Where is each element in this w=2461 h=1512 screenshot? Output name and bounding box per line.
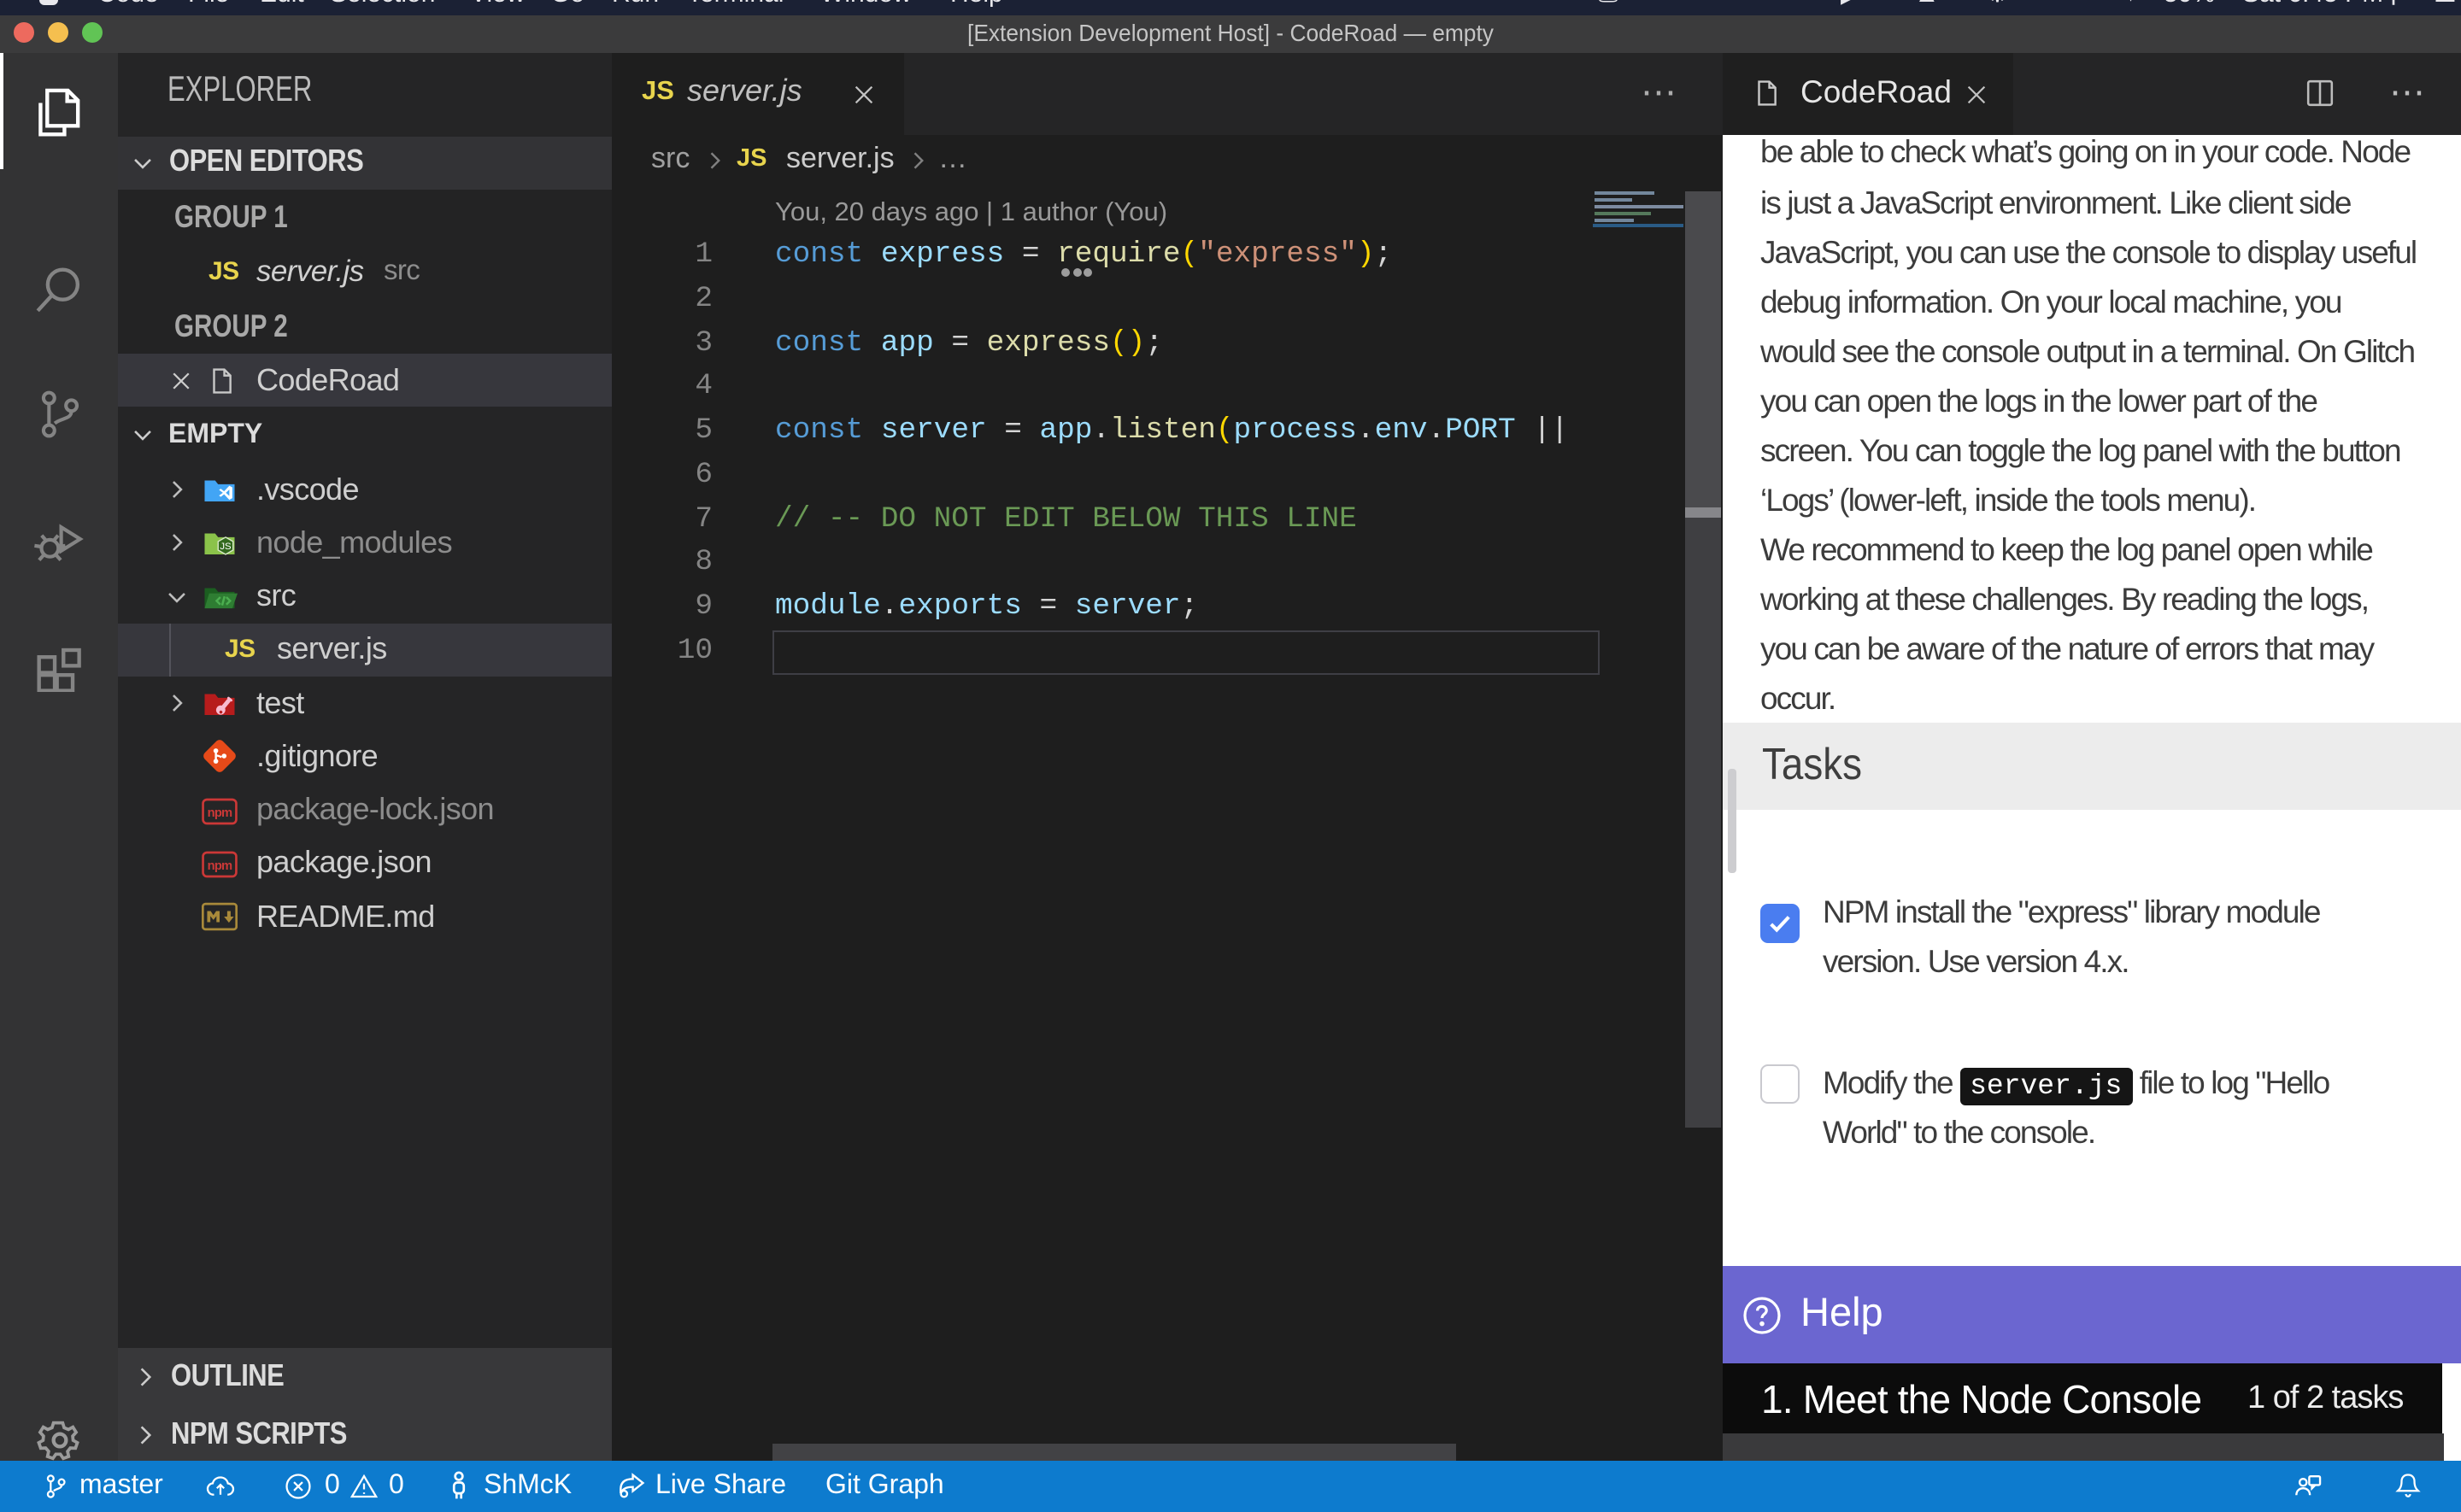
svg-text:npm: npm [208, 859, 232, 873]
svg-text:npm: npm [208, 806, 232, 820]
svg-text:JS: JS [220, 542, 232, 552]
